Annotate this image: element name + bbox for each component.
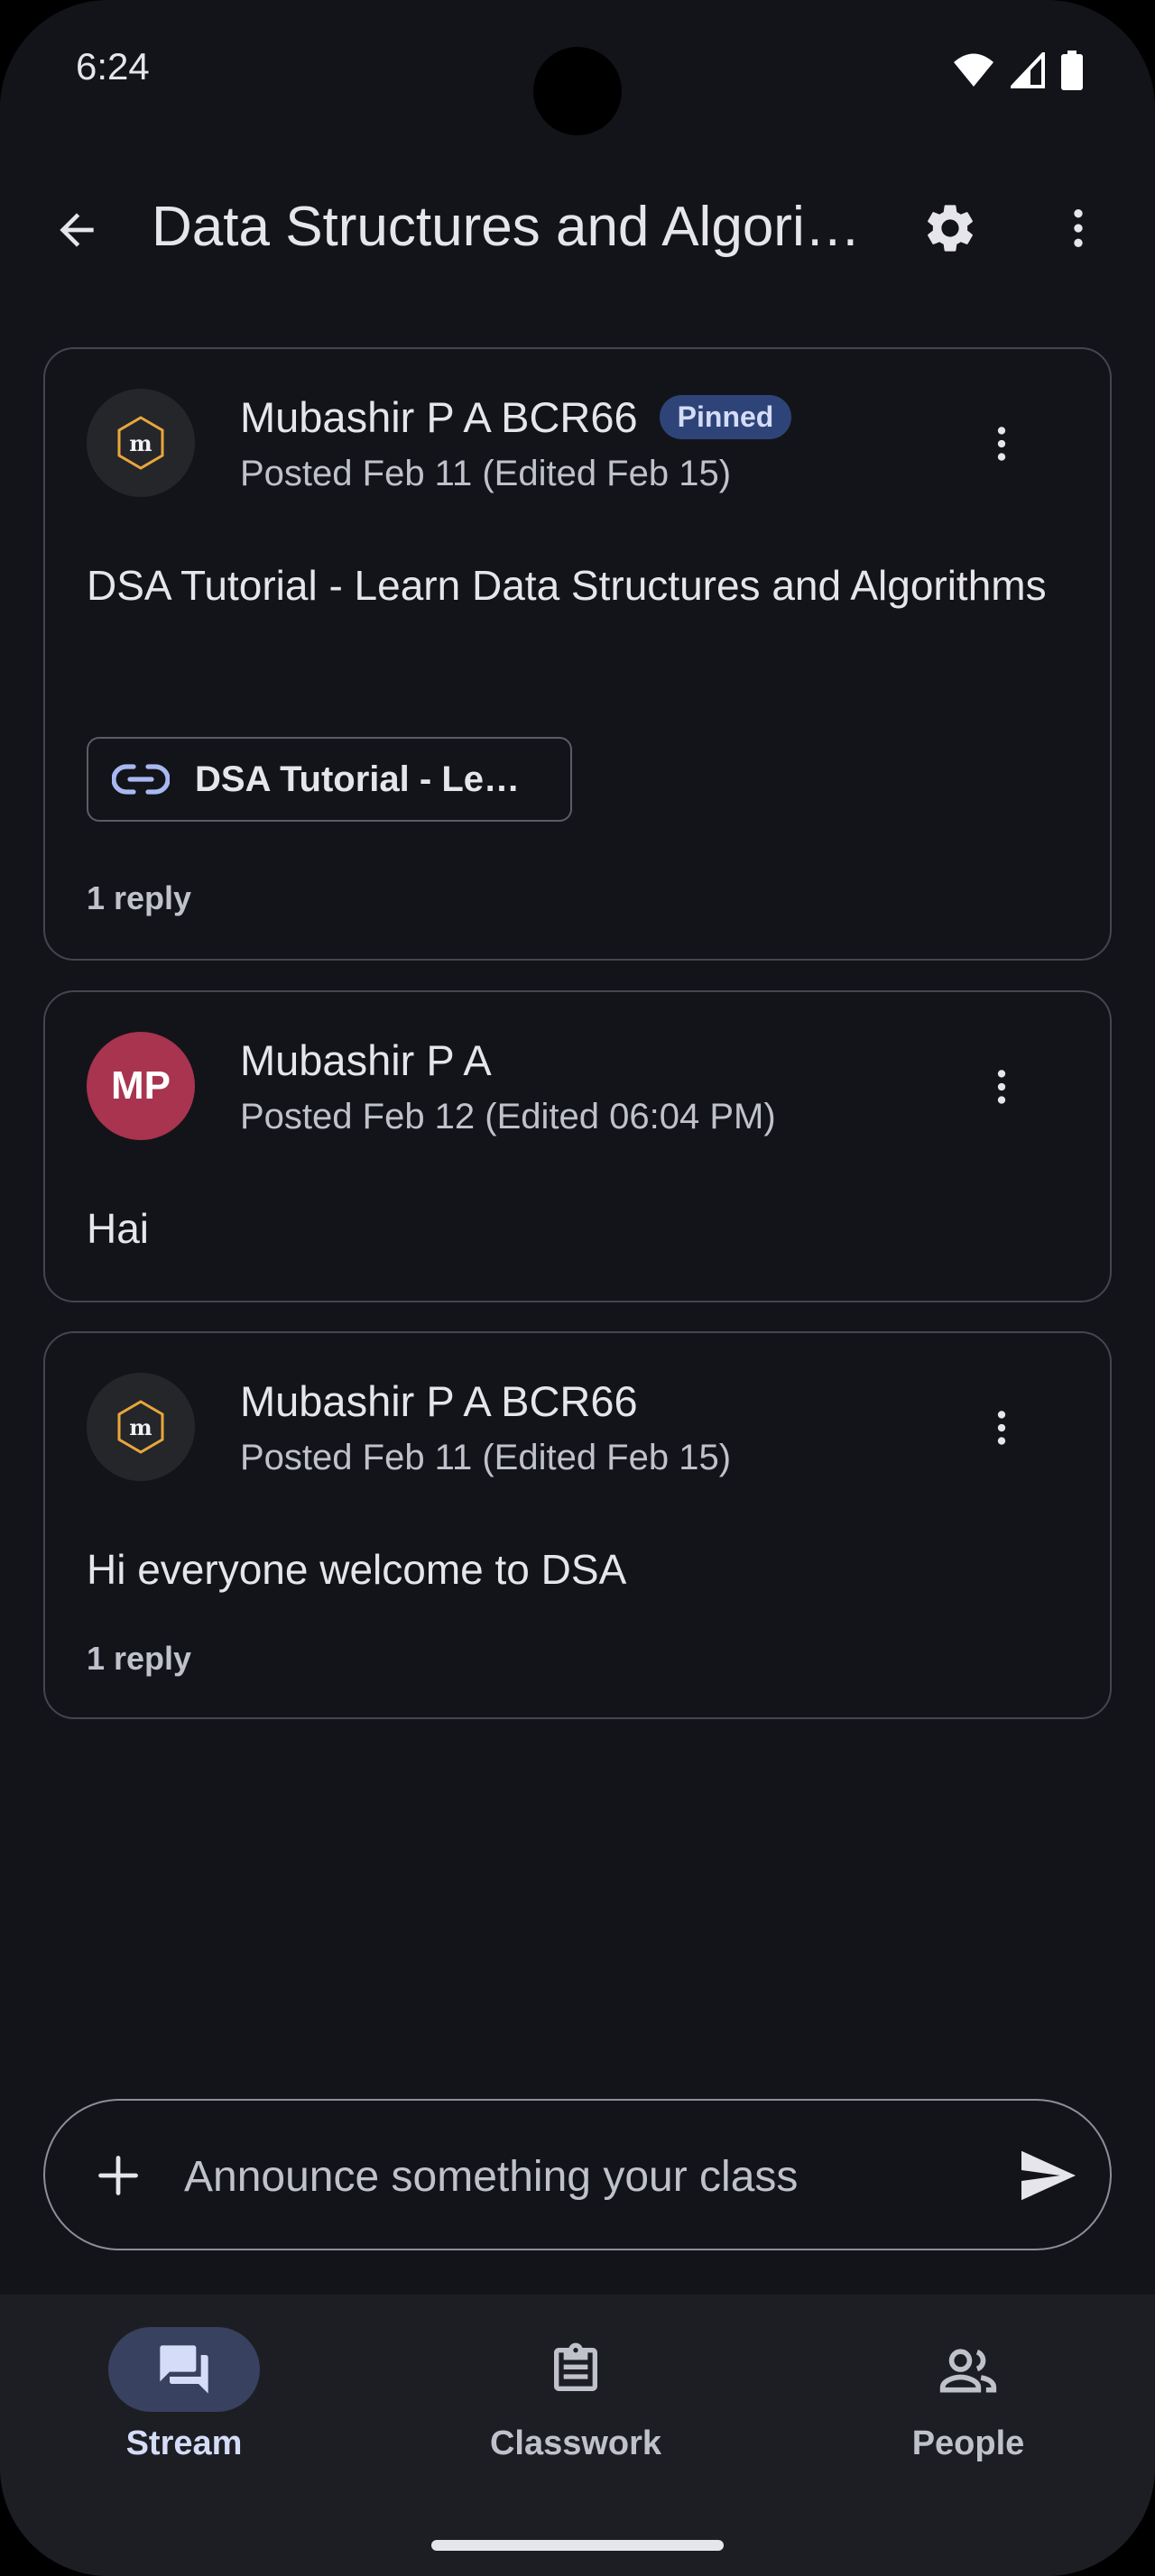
nav-label: Classwork xyxy=(489,2424,662,2462)
nav-item-people[interactable]: People xyxy=(833,2327,1104,2489)
author-row: Mubashir P A BCR66 xyxy=(240,1376,638,1426)
avatar: m xyxy=(87,1373,195,1481)
plus-icon xyxy=(98,2156,138,2195)
author-name: Mubashir P A xyxy=(240,1036,492,1084)
send-icon xyxy=(1021,2150,1076,2201)
home-indicator[interactable] xyxy=(431,2540,724,2551)
add-attachment-button[interactable] xyxy=(78,2135,159,2216)
stream-icon xyxy=(160,2345,208,2394)
gear-icon xyxy=(928,205,973,252)
bottom-navigation: Stream Classwork People xyxy=(0,2295,1155,2576)
post-text: Hai xyxy=(87,1205,150,1252)
author-row: Mubashir P A xyxy=(240,1035,492,1085)
more-vert-icon xyxy=(997,1411,1006,1445)
post-menu-button[interactable] xyxy=(966,1046,1038,1127)
phone-screen: 6:24 Data Structures and Algorithms m Mu… xyxy=(0,0,1155,2576)
author-name: Mubashir P A BCR66 xyxy=(240,1377,638,1425)
svg-text:m: m xyxy=(129,430,152,456)
post-text: DSA Tutorial - Learn Data Structures and… xyxy=(87,562,1047,609)
post-timestamp: Posted Feb 11 (Edited Feb 15) xyxy=(240,454,732,493)
author-row: Mubashir P A BCR66 Pinned xyxy=(240,392,792,442)
top-app-bar: Data Structures and Algorithms xyxy=(0,162,1155,289)
announcement-card[interactable]: m Mubashir P A BCR66 Posted Feb 11 (Edit… xyxy=(43,1331,1112,1719)
announcement-card[interactable]: m Mubashir P A BCR66 Pinned Posted Feb 1… xyxy=(43,347,1112,961)
author-name: Mubashir P A BCR66 xyxy=(240,393,638,441)
announce-input[interactable] xyxy=(184,2137,906,2216)
send-button[interactable] xyxy=(1005,2135,1092,2216)
announce-composer xyxy=(43,2099,1112,2250)
front-camera xyxy=(533,47,622,135)
battery-icon xyxy=(1061,51,1083,90)
post-timestamp: Posted Feb 12 (Edited 06:04 PM) xyxy=(240,1097,776,1136)
status-bar: 6:24 xyxy=(0,0,1155,135)
link-icon xyxy=(112,764,170,795)
people-icon xyxy=(939,2349,997,2393)
nav-label: People xyxy=(911,2424,1025,2462)
pinned-badge: Pinned xyxy=(659,395,792,439)
overflow-menu-button[interactable] xyxy=(1038,188,1119,269)
post-text: Hi everyone welcome to DSA xyxy=(87,1546,627,1593)
arrow-back-icon xyxy=(60,213,94,247)
nav-label: Stream xyxy=(125,2424,243,2462)
link-attachment[interactable]: DSA Tutorial - Learn Data Structures and… xyxy=(87,737,572,822)
page-title: Data Structures and Algorithms xyxy=(152,196,873,258)
logo-m-icon: m xyxy=(117,416,164,470)
logo-m-icon: m xyxy=(117,1400,164,1454)
nav-item-stream[interactable]: Stream xyxy=(49,2327,319,2489)
svg-text:m: m xyxy=(129,1414,152,1440)
wifi-icon xyxy=(954,53,993,87)
settings-button[interactable] xyxy=(910,188,991,269)
nav-icon-container xyxy=(892,2327,1044,2412)
post-timestamp: Posted Feb 11 (Edited Feb 15) xyxy=(240,1438,732,1477)
more-vert-icon xyxy=(997,427,1006,461)
link-title: DSA Tutorial - Learn Data Structures and… xyxy=(195,759,520,799)
avatar: m xyxy=(87,389,195,497)
nav-item-classwork[interactable]: Classwork xyxy=(440,2327,711,2489)
post-menu-button[interactable] xyxy=(966,1387,1038,1468)
avatar: MP xyxy=(87,1032,195,1140)
cell-signal-icon xyxy=(1011,52,1045,88)
announcement-card[interactable]: MP Mubashir P A Posted Feb 12 (Edited 06… xyxy=(43,990,1112,1302)
classwork-icon xyxy=(554,2342,597,2391)
nav-icon-container xyxy=(500,2327,651,2412)
status-time: 6:24 xyxy=(76,45,150,87)
more-vert-icon xyxy=(1074,209,1083,247)
reply-count[interactable]: 1 reply xyxy=(87,1640,191,1678)
status-icons xyxy=(953,51,1083,90)
reply-count[interactable]: 1 reply xyxy=(87,879,191,917)
nav-active-indicator xyxy=(108,2327,260,2412)
more-vert-icon xyxy=(997,1070,1006,1104)
back-button[interactable] xyxy=(36,189,117,271)
post-menu-button[interactable] xyxy=(966,403,1038,484)
